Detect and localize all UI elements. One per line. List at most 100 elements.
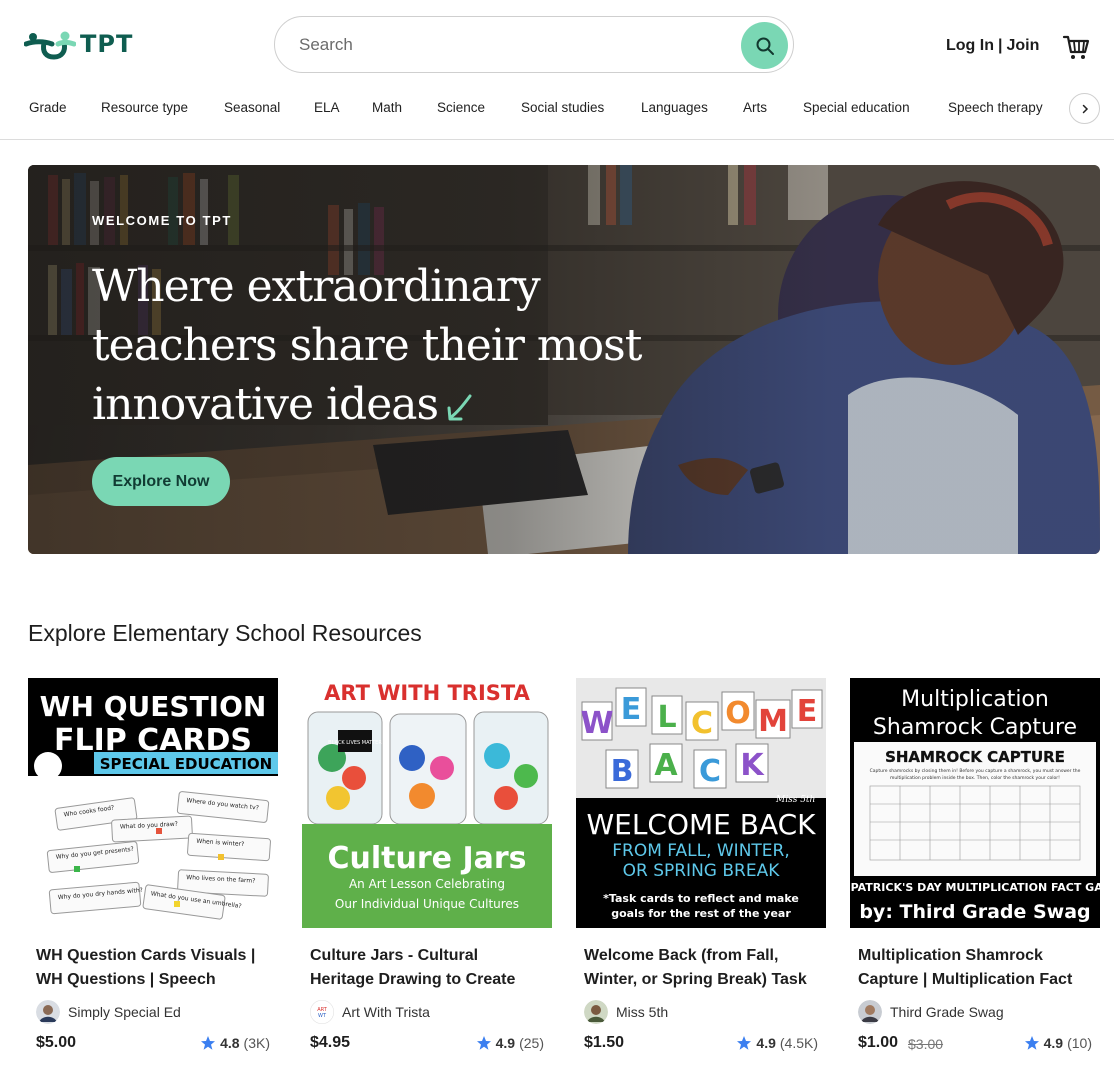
thumb-signature: Miss 5th	[775, 795, 815, 805]
rating: 4.9 (25)	[476, 1035, 544, 1051]
seller-name: Art With Trista	[342, 1004, 430, 1020]
nav-item-science[interactable]: Science	[437, 100, 485, 115]
nav-item-grade[interactable]: Grade	[29, 100, 67, 115]
avatar: ARTWT	[310, 1000, 334, 1024]
arrow-down-left-icon	[447, 394, 472, 420]
search-input[interactable]	[299, 29, 719, 61]
seller-link[interactable]: ART WT Art With Trista	[310, 1000, 430, 1024]
rating: 4.8 (3K)	[200, 1035, 270, 1051]
thumb-line1: WELCOME BACK	[586, 808, 816, 841]
product-title[interactable]: Welcome Back (from Fall, Winter, or Spri…	[584, 944, 820, 992]
thumb-sheet-title: SHAMROCK CAPTURE	[885, 748, 1065, 766]
search-bar	[274, 16, 794, 73]
logo-wordmark: TPT	[80, 30, 134, 58]
rating-count: (10)	[1067, 1035, 1092, 1051]
product-thumbnail-image: Multiplication Shamrock Capture SHAMROCK…	[850, 678, 1100, 928]
seller-link[interactable]: Simply Special Ed	[36, 1000, 181, 1024]
price: $1.50	[584, 1034, 625, 1051]
nav-item-speech-therapy[interactable]: Speech therapy	[948, 100, 1043, 115]
tpt-logo-icon	[24, 31, 76, 60]
product-thumbnail[interactable]: Multiplication Shamrock Capture SHAMROCK…	[850, 678, 1100, 928]
thumb-line5: goals for the rest of the year	[611, 907, 791, 920]
original-price: $3.00	[908, 1036, 944, 1052]
thumb-letter: O	[725, 696, 751, 731]
category-nav: Grade Resource type Seasonal ELA Math Sc…	[0, 90, 1114, 140]
thumb-letter: A	[654, 748, 678, 783]
rating: 4.9 (4.5K)	[736, 1035, 818, 1051]
avatar	[36, 1000, 60, 1024]
price: $1.00	[858, 1034, 899, 1051]
thumb-line2: Culture Jars	[328, 841, 527, 876]
nav-item-special-education[interactable]: Special education	[803, 100, 910, 115]
product-title[interactable]: WH Question Cards Visuals | WH Questions…	[36, 944, 272, 992]
thumb-line2: FROM FALL, WINTER,	[612, 841, 790, 861]
nav-item-arts[interactable]: Arts	[743, 100, 767, 115]
hero-title-text: Where extraordinary teachers share their…	[92, 261, 642, 430]
thumb-letter: W	[580, 706, 613, 741]
cart-icon	[1062, 35, 1090, 59]
nav-item-ela[interactable]: ELA	[314, 100, 340, 115]
product-title[interactable]: Multiplication Shamrock Capture | Multip…	[858, 944, 1094, 992]
price: $5.00	[36, 1034, 77, 1051]
product-title[interactable]: Culture Jars - Cultural Heritage Drawing…	[310, 944, 546, 992]
product-thumbnail[interactable]: ART WITH TRISTA BLACK LIVES MATTER Cultu…	[302, 678, 552, 928]
nav-item-seasonal[interactable]: Seasonal	[224, 100, 280, 115]
star-icon	[1024, 1036, 1039, 1050]
site-header: TPT Log In | Join	[0, 0, 1114, 90]
product-thumbnail[interactable]: WH QUESTION FLIP CARDS SPECIAL EDUCATION…	[28, 678, 278, 928]
thumb-line4: by: Third Grade Swag	[859, 901, 1090, 923]
explore-now-button[interactable]: Explore Now	[92, 457, 230, 506]
product-thumbnail[interactable]: W E L C O M E B A C K Miss 5th WELCOME B…	[576, 678, 826, 928]
thumb-letter: K	[740, 748, 765, 783]
nav-item-resource-type[interactable]: Resource type	[101, 100, 188, 115]
thumb-letter: E	[621, 692, 642, 727]
thumb-line2: Shamrock Capture	[873, 715, 1077, 740]
price-row: $1.00 $3.00 4.9 (10)	[858, 1034, 1092, 1056]
nav-item-social-studies[interactable]: Social studies	[521, 100, 604, 115]
thumb-letter: C	[691, 706, 713, 741]
product-thumbnail-image: ART WITH TRISTA BLACK LIVES MATTER Cultu…	[302, 678, 552, 928]
search-button[interactable]	[741, 22, 788, 69]
product-card: ART WITH TRISTA BLACK LIVES MATTER Cultu…	[302, 678, 552, 1068]
rating-count: (3K)	[243, 1035, 270, 1051]
thumb-sheet-text1: Capture shamrocks by closing them in! Be…	[870, 768, 1081, 774]
star-icon	[201, 1036, 216, 1050]
seller-link[interactable]: Miss 5th	[584, 1000, 668, 1024]
thumb-line3: ST. PATRICK'S DAY MULTIPLICATION FACT GA…	[850, 881, 1100, 894]
star-icon	[476, 1036, 491, 1050]
price-row: $4.95 4.9 (25)	[310, 1034, 544, 1056]
seller-name: Simply Special Ed	[68, 1004, 181, 1020]
avatar	[858, 1000, 882, 1024]
join-link[interactable]: Join	[1006, 37, 1039, 55]
product-card: WH QUESTION FLIP CARDS SPECIAL EDUCATION…	[28, 678, 278, 1068]
cart-button[interactable]	[1062, 33, 1090, 61]
hero-banner: WELCOME TO TPT Where extraordinary teach…	[28, 165, 1100, 554]
product-thumbnail-image: W E L C O M E B A C K Miss 5th WELCOME B…	[576, 678, 826, 928]
hero-eyebrow: WELCOME TO TPT	[92, 213, 232, 228]
login-link[interactable]: Log In	[946, 37, 994, 55]
thumb-letter: B	[611, 754, 634, 789]
product-thumbnail-image: WH QUESTION FLIP CARDS SPECIAL EDUCATION…	[28, 678, 278, 928]
auth-divider: |	[997, 37, 1003, 54]
price: $4.95	[310, 1034, 351, 1051]
section-title: Explore Elementary School Resources	[28, 620, 422, 646]
search-icon	[756, 37, 774, 55]
thumb-line1: Multiplication	[901, 687, 1049, 712]
rating-count: (25)	[519, 1035, 544, 1051]
thumb-letter: L	[657, 700, 676, 735]
seller-link[interactable]: Third Grade Swag	[858, 1000, 1004, 1024]
nav-item-languages[interactable]: Languages	[641, 100, 708, 115]
thumb-line1: WH QUESTION	[40, 690, 267, 723]
nav-item-math[interactable]: Math	[372, 100, 402, 115]
thumb-line4: Our Individual Unique Cultures	[335, 897, 519, 911]
thumb-line3: An Art Lesson Celebrating	[349, 877, 505, 891]
avatar	[584, 1000, 608, 1024]
thumb-letter: E	[797, 694, 818, 729]
rating-score: 4.8	[220, 1035, 240, 1051]
thumb-sheet-text2: multiplication problem inside the box. T…	[890, 775, 1060, 781]
rating-count: (4.5K)	[779, 1035, 818, 1051]
nav-next-button[interactable]	[1069, 93, 1100, 124]
tpt-logo[interactable]: TPT	[24, 26, 140, 62]
hero-title: Where extraordinary teachers share their…	[92, 257, 692, 434]
seller-name: Third Grade Swag	[890, 1004, 1004, 1020]
